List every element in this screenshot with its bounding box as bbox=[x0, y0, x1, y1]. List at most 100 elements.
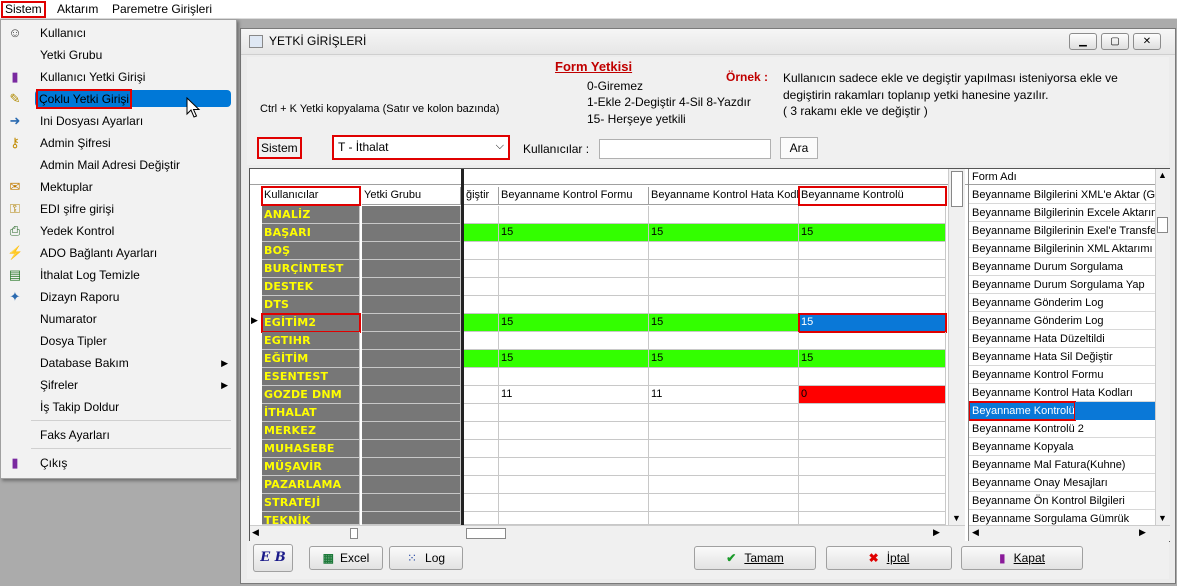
permission-cell[interactable] bbox=[499, 458, 649, 476]
user-name-cell[interactable]: STRATEJİ bbox=[262, 494, 360, 512]
permission-cell[interactable] bbox=[464, 260, 499, 278]
permission-cell[interactable] bbox=[649, 296, 799, 314]
yetki-grubu-cell[interactable] bbox=[362, 206, 461, 224]
permission-cell[interactable] bbox=[464, 332, 499, 350]
permission-cell[interactable] bbox=[649, 458, 799, 476]
permission-cell[interactable] bbox=[464, 314, 499, 332]
menu-item-1[interactable]: ☺ Kullanıcı bbox=[3, 22, 234, 44]
grid-hscroll-thumb[interactable] bbox=[466, 528, 506, 539]
permission-cell[interactable]: 11 bbox=[499, 386, 649, 404]
logo-button[interactable]: E B bbox=[253, 544, 293, 572]
form-list-item[interactable]: Beyanname Bilgilerinin Excele Aktarımı bbox=[969, 204, 1156, 222]
yetki-grubu-cell[interactable] bbox=[362, 476, 461, 494]
permission-cell[interactable] bbox=[649, 476, 799, 494]
yetki-grubu-cell[interactable] bbox=[362, 332, 461, 350]
user-name-cell[interactable]: EGTIHR bbox=[262, 332, 360, 350]
permission-cell[interactable] bbox=[499, 494, 649, 512]
form-list-item[interactable]: Beyanname Kontrol Formu bbox=[969, 366, 1156, 384]
form-list-item[interactable]: Beyanname Durum Sorgulama bbox=[969, 258, 1156, 276]
forms-list-header[interactable]: Form Adı bbox=[969, 169, 1155, 185]
permission-cell[interactable] bbox=[799, 440, 946, 458]
permission-cell[interactable] bbox=[499, 404, 649, 422]
form-list-item[interactable]: Beyanname Onay Mesajları bbox=[969, 474, 1156, 492]
permission-cell[interactable] bbox=[464, 242, 499, 260]
forms-scroll-down-icon[interactable]: ▼ bbox=[1158, 513, 1167, 523]
form-list-item[interactable]: Beyanname Hata Düzeltildi bbox=[969, 330, 1156, 348]
menu-item-15[interactable]: Dosya Tipler bbox=[3, 330, 234, 352]
menu-item-6[interactable]: ⚷ Admin Şifresi bbox=[3, 132, 234, 154]
yetki-grubu-cell[interactable] bbox=[362, 350, 461, 368]
user-name-cell[interactable]: BAŞARI bbox=[262, 224, 360, 242]
permission-cell[interactable] bbox=[464, 512, 499, 525]
menu-item-12[interactable]: ▤ İthalat Log Temizle bbox=[3, 264, 234, 286]
menu-item-18[interactable]: İş Takip Doldur bbox=[3, 396, 234, 418]
permission-cell[interactable] bbox=[499, 278, 649, 296]
log-button[interactable]: ⁙ Log bbox=[389, 546, 463, 570]
user-name-cell[interactable]: MUHASEBE bbox=[262, 440, 360, 458]
permission-cell[interactable] bbox=[799, 404, 946, 422]
permission-cell[interactable]: 15 bbox=[799, 224, 946, 242]
form-list-item[interactable]: Beyanname Durum Sorgulama Yap bbox=[969, 276, 1156, 294]
permission-cell[interactable] bbox=[649, 512, 799, 525]
grid-hscroll-thumb-left[interactable] bbox=[350, 528, 358, 539]
permission-cell[interactable]: 15 bbox=[499, 314, 649, 332]
yetki-grubu-cell[interactable] bbox=[362, 386, 461, 404]
permission-cell[interactable] bbox=[499, 422, 649, 440]
close-button[interactable]: ✕ bbox=[1133, 33, 1161, 50]
user-name-cell[interactable]: EĞİTİM bbox=[262, 350, 360, 368]
form-list-item[interactable]: Beyanname Sorgulama Gümrük bbox=[969, 510, 1156, 525]
form-list-item[interactable]: Beyanname Kontrolü 2 bbox=[969, 420, 1156, 438]
yetki-grubu-cell[interactable] bbox=[362, 422, 461, 440]
user-name-cell[interactable]: PAZARLAMA bbox=[262, 476, 360, 494]
permission-cell[interactable] bbox=[649, 368, 799, 386]
form-list-item[interactable]: Beyanname Hata Sil Değiştir bbox=[969, 348, 1156, 366]
yetki-grubu-cell[interactable] bbox=[362, 296, 461, 314]
user-name-cell[interactable]: MERKEZ bbox=[262, 422, 360, 440]
menu-item-9[interactable]: ⚿ EDI şifre girişi bbox=[3, 198, 234, 220]
forms-scroll-right-icon[interactable]: ▶ bbox=[1139, 527, 1146, 538]
permission-cell[interactable] bbox=[464, 224, 499, 242]
yetki-grubu-cell[interactable] bbox=[362, 440, 461, 458]
user-name-cell[interactable]: BURÇİNTEST bbox=[262, 260, 360, 278]
form-list-item[interactable]: Beyanname Kontrolü bbox=[969, 401, 1076, 421]
permission-cell[interactable] bbox=[499, 476, 649, 494]
form-list-item[interactable]: Beyanname Mal Fatura(Kuhne) bbox=[969, 456, 1156, 474]
user-name-cell[interactable]: MÜŞAVİR bbox=[262, 458, 360, 476]
permission-cell[interactable] bbox=[649, 494, 799, 512]
header-beyanname-kontrol-formu[interactable]: Beyanname Kontrol Formu bbox=[499, 187, 649, 205]
permission-cell[interactable] bbox=[499, 368, 649, 386]
form-list-item[interactable]: Beyanname Bilgilerinin XML Aktarımı (K bbox=[969, 240, 1156, 258]
permission-cell[interactable] bbox=[464, 476, 499, 494]
user-name-cell[interactable]: ANALİZ bbox=[262, 206, 360, 224]
permission-cell[interactable] bbox=[799, 458, 946, 476]
permission-cell[interactable] bbox=[649, 206, 799, 224]
scroll-down-icon[interactable]: ▼ bbox=[952, 513, 961, 523]
form-list-item[interactable]: Beyanname Bilgilerini XML'e Aktar (GEN bbox=[969, 186, 1156, 204]
permission-cell[interactable] bbox=[649, 278, 799, 296]
maximize-button[interactable]: ▢ bbox=[1101, 33, 1129, 50]
permission-cell[interactable] bbox=[464, 422, 499, 440]
permission-cell[interactable]: 15 bbox=[499, 350, 649, 368]
menu-item-2[interactable]: Yetki Grubu bbox=[3, 44, 234, 66]
permission-cell[interactable] bbox=[464, 494, 499, 512]
permission-cell[interactable] bbox=[464, 458, 499, 476]
form-list-item[interactable]: Beyanname Kontrol Hata Kodları bbox=[969, 384, 1156, 402]
yetki-grubu-cell[interactable] bbox=[362, 260, 461, 278]
menu-item-10[interactable]: ⎙ Yedek Kontrol bbox=[3, 220, 234, 242]
yetki-grubu-cell[interactable] bbox=[362, 512, 461, 525]
permission-cell[interactable] bbox=[464, 278, 499, 296]
permission-cell[interactable] bbox=[649, 440, 799, 458]
menu-item-17[interactable]: Şifreler ▶ bbox=[3, 374, 234, 396]
permission-cell[interactable] bbox=[464, 404, 499, 422]
permission-cell[interactable] bbox=[499, 512, 649, 525]
user-name-cell[interactable]: DESTEK bbox=[262, 278, 360, 296]
tamam-button[interactable]: ✔ Tamam bbox=[694, 546, 816, 570]
permission-cell[interactable] bbox=[799, 332, 946, 350]
sistem-combo[interactable]: T - İthalat ⌵ bbox=[332, 135, 510, 160]
forms-vertical-scrollbar[interactable]: ▲ ▼ bbox=[1155, 169, 1170, 525]
menu-aktarim[interactable]: Aktarım bbox=[54, 2, 101, 17]
grid-vscroll-thumb[interactable] bbox=[951, 171, 963, 207]
yetki-grubu-cell[interactable] bbox=[362, 404, 461, 422]
yetki-grubu-cell[interactable] bbox=[362, 368, 461, 386]
permission-cell[interactable]: 11 bbox=[649, 386, 799, 404]
